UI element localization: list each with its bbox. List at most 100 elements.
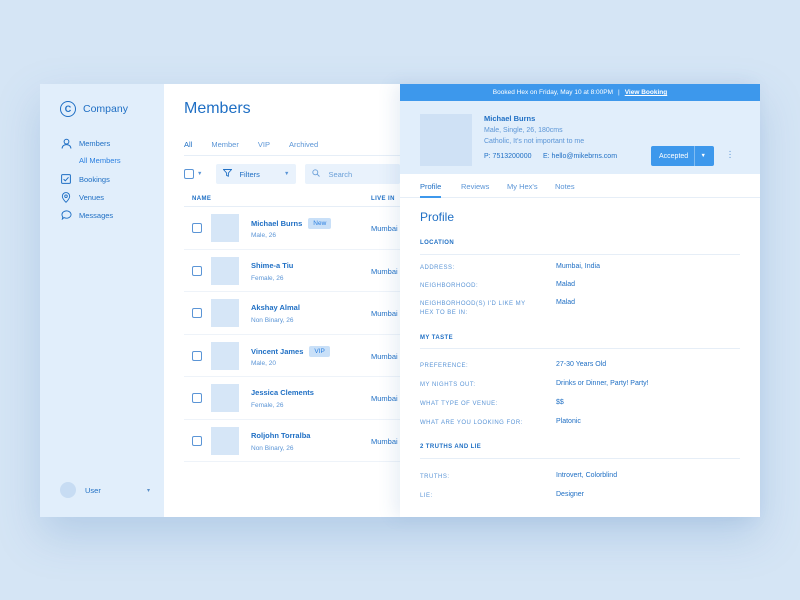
row-checkbox[interactable] bbox=[192, 223, 202, 233]
user-icon bbox=[60, 137, 72, 149]
tab-archived[interactable]: Archived bbox=[289, 140, 318, 149]
filters-dropdown[interactable]: Filters ▼ bbox=[216, 164, 297, 184]
field-value-looking-for: Platonic bbox=[556, 418, 581, 425]
member-city: Mumbai bbox=[371, 436, 398, 446]
field-value-lie: Designer bbox=[556, 491, 585, 498]
field-value-venue-type: $$ bbox=[556, 399, 564, 406]
field-value-nights-out: Drinks or Dinner, Party! Party! bbox=[556, 380, 649, 387]
column-header-name[interactable]: NAME bbox=[192, 196, 211, 202]
row-checkbox[interactable] bbox=[192, 350, 202, 361]
filter-icon bbox=[222, 169, 233, 179]
member-details: Female, 26 bbox=[251, 274, 284, 282]
table-row[interactable]: Shime-a Tiu Female, 26 Mumbai bbox=[184, 250, 400, 292]
sidebar: C Company Members All Members Bookings V… bbox=[40, 84, 164, 517]
tab-member[interactable]: Member bbox=[211, 140, 239, 149]
member-name: Roljohn Torralba bbox=[251, 431, 310, 440]
table-header: NAME LIVE IN bbox=[184, 194, 400, 206]
sidebar-item-label: Messages bbox=[79, 210, 114, 220]
app-window: C Company Members All Members Bookings V… bbox=[40, 84, 760, 517]
field-label-hex-neighborhood: NEIGHBORHOOD(S) I'D LIKE MY HEX TO BE IN… bbox=[420, 301, 526, 316]
sidebar-subitem-all-members[interactable]: All Members bbox=[79, 152, 121, 170]
sidebar-item-bookings[interactable]: Bookings bbox=[60, 170, 121, 188]
status-dropdown-button[interactable]: Accepted ▼ bbox=[651, 146, 714, 166]
avatar bbox=[60, 482, 76, 498]
field-label-address: ADDRESS: bbox=[420, 265, 455, 271]
table-row[interactable]: Akshay Almal Non Binary, 26 Mumbai bbox=[184, 292, 400, 335]
row-checkbox[interactable] bbox=[192, 393, 202, 403]
field-label-venue-type: WHAT TYPE OF VENUE: bbox=[420, 401, 498, 407]
table-row[interactable]: Jessica Clements Female, 26 Mumbai bbox=[184, 377, 400, 420]
section-title: Profile bbox=[420, 210, 455, 224]
field-label-lie: LIE: bbox=[420, 493, 433, 499]
status-badge: New bbox=[308, 218, 332, 229]
profile-photo bbox=[420, 114, 472, 166]
sidebar-item-members[interactable]: Members bbox=[60, 134, 121, 152]
tab-profile[interactable]: Profile bbox=[420, 182, 441, 191]
tab-my-hexs[interactable]: My Hex's bbox=[507, 182, 538, 191]
row-checkbox[interactable] bbox=[192, 265, 202, 276]
field-value-neighborhood: Malad bbox=[556, 281, 576, 288]
profile-tabs: Profile Reviews My Hex's Notes bbox=[400, 174, 760, 198]
divider bbox=[420, 458, 740, 459]
profile-name: Michael Burns bbox=[484, 114, 536, 123]
divider bbox=[420, 348, 740, 349]
tab-all[interactable]: All bbox=[184, 140, 192, 149]
banner-separator: | bbox=[618, 89, 620, 96]
member-details: Non Binary, 26 bbox=[251, 317, 294, 324]
member-city: Mumbai bbox=[371, 224, 398, 233]
profile-email: E: hello@mikebrns.com bbox=[543, 153, 618, 160]
map-pin-icon bbox=[60, 191, 72, 203]
row-checkbox[interactable] bbox=[192, 308, 202, 318]
member-name: Michael Burns New bbox=[251, 218, 332, 229]
sidebar-item-label: Venues bbox=[79, 192, 105, 202]
field-label-neighborhood: NEIGHBORHOOD: bbox=[420, 283, 479, 289]
table-row[interactable]: Michael Burns New Male, 26 Mumbai bbox=[184, 207, 400, 250]
divider bbox=[693, 146, 695, 166]
profile-religion: Catholic, It's not important to me bbox=[484, 138, 585, 145]
member-name-text: Shime-a Tiu bbox=[251, 260, 294, 270]
booking-banner: Booked Hex on Friday, May 10 at 8:00PM |… bbox=[400, 84, 760, 101]
profile-header: Michael Burns Male, Single, 26, 180cms C… bbox=[400, 101, 760, 174]
divider bbox=[184, 155, 400, 156]
field-label-truths: TRUTHS: bbox=[420, 474, 450, 480]
profile-summary: Male, Single, 26, 180cms bbox=[484, 127, 563, 134]
brand[interactable]: C Company bbox=[60, 101, 128, 117]
view-booking-link[interactable]: View Booking bbox=[625, 89, 668, 96]
member-name-text: Akshay Almal bbox=[251, 303, 300, 312]
tab-vip[interactable]: VIP bbox=[258, 140, 270, 149]
tab-notes[interactable]: Notes bbox=[555, 182, 575, 191]
search-icon bbox=[312, 169, 321, 179]
chevron-down-icon: ▾ bbox=[146, 487, 150, 494]
tab-reviews[interactable]: Reviews bbox=[461, 182, 489, 191]
user-menu[interactable]: User ▾ bbox=[60, 482, 150, 498]
member-details: Non Binary, 26 bbox=[251, 444, 294, 452]
sidebar-item-venues[interactable]: Venues bbox=[60, 188, 121, 206]
field-value-address: Mumbai, India bbox=[556, 263, 600, 270]
column-header-live-in[interactable]: LIVE IN bbox=[371, 196, 395, 202]
toolbar: ▼ Filters ▼ Search bbox=[184, 164, 400, 184]
checkbox-icon bbox=[60, 173, 72, 185]
select-all-checkbox[interactable] bbox=[184, 169, 194, 179]
row-checkbox[interactable] bbox=[192, 435, 202, 446]
chevron-down-icon[interactable]: ▼ bbox=[197, 171, 202, 177]
member-name-text: Roljohn Torralba bbox=[251, 430, 311, 440]
divider bbox=[420, 254, 740, 255]
booking-banner-text: Booked Hex on Friday, May 10 at 8:00PM bbox=[492, 89, 613, 96]
member-name: Jessica Clements bbox=[251, 388, 314, 397]
member-details: Male, 20 bbox=[251, 359, 276, 367]
profile-phone: P: 7513200000 bbox=[484, 153, 532, 160]
more-options-icon[interactable]: · · · bbox=[727, 147, 733, 163]
member-name-text: Vincent James bbox=[251, 346, 304, 356]
member-photo bbox=[211, 341, 239, 370]
member-name: Shime-a Tiu bbox=[251, 261, 293, 270]
member-photo bbox=[211, 256, 239, 285]
table-row[interactable]: Vincent James VIP Male, 20 Mumbai bbox=[184, 335, 400, 377]
field-value-truths: Introvert, Colorblind bbox=[556, 472, 618, 479]
sidebar-nav: Members All Members Bookings Venues Mess… bbox=[60, 134, 121, 224]
field-label-looking-for: WHAT ARE YOU LOOKING FOR: bbox=[420, 420, 523, 426]
search-input[interactable]: Search bbox=[305, 164, 400, 184]
member-city: Mumbai bbox=[371, 394, 398, 403]
chevron-down-icon: ▼ bbox=[284, 171, 290, 177]
sidebar-item-messages[interactable]: Messages bbox=[60, 206, 121, 224]
table-row[interactable]: Roljohn Torralba Non Binary, 26 Mumbai bbox=[184, 420, 400, 462]
